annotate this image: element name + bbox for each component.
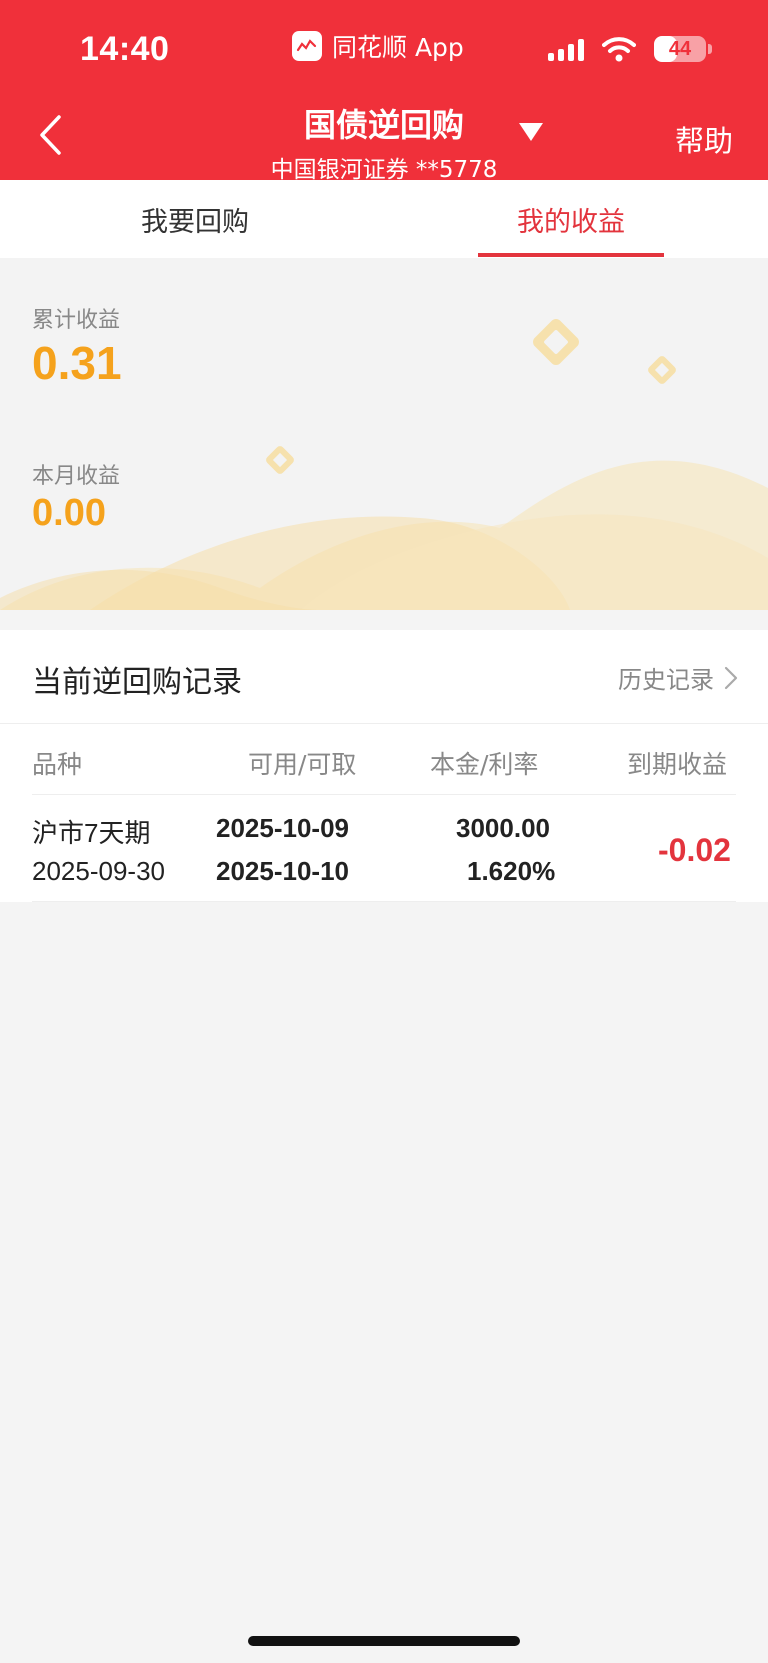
tab-bar: 我要回购 我的收益 [0, 180, 768, 258]
records-header: 当前逆回购记录 历史记录 [0, 630, 768, 724]
column-header-expected-profit: 到期收益 [627, 750, 728, 779]
column-header-product: 品种 [32, 750, 83, 779]
tab-buy-repo[interactable]: 我要回购 [80, 180, 310, 258]
row-principal: 3000.00 [456, 813, 550, 843]
records-title: 当前逆回购记录 [32, 665, 242, 700]
earnings-panel: 累计收益 0.31 本月收益 0.00 [0, 258, 768, 610]
wifi-icon [602, 37, 636, 62]
history-records-link[interactable]: 历史记录 [618, 660, 738, 695]
dropdown-triangle-icon[interactable] [518, 122, 544, 142]
app-logo-icon [292, 31, 322, 61]
status-time: 14:40 [80, 30, 170, 68]
history-records-label: 历史记录 [618, 666, 714, 694]
monthly-earnings-label: 本月收益 [32, 464, 121, 489]
row-divider [32, 901, 736, 902]
status-app-name: 同花顺 App [332, 33, 464, 62]
column-header-principal-rate: 本金/利率 [430, 750, 539, 779]
cumulative-earnings-value: 0.31 [32, 337, 122, 389]
battery-level: 44 [668, 37, 692, 60]
help-button[interactable]: 帮助 [675, 118, 733, 160]
cumulative-earnings-label: 累计收益 [32, 308, 121, 333]
monthly-earnings-value: 0.00 [32, 492, 106, 534]
status-icons: 44 [548, 36, 712, 62]
active-tab-indicator [478, 253, 664, 257]
row-expected-profit: -0.02 [658, 832, 731, 868]
status-app-indicator[interactable]: 同花顺 App [292, 28, 464, 64]
account-subtitle: 中国银河证券 **5778 [270, 157, 498, 183]
row-withdraw-date: 2025-10-10 [216, 856, 349, 886]
battery-icon: 44 [654, 36, 706, 62]
column-header-available: 可用/可取 [248, 750, 357, 779]
row-rate: 1.620% [467, 856, 556, 886]
cellular-signal-icon [548, 37, 584, 61]
home-indicator[interactable] [248, 1636, 520, 1646]
app-header: 14:40 同花顺 App 44 国债逆回购 中国银河证券 **5778 帮助 [0, 0, 768, 183]
row-product-name: 沪市7天期 [32, 818, 151, 848]
current-repo-records: 当前逆回购记录 历史记录 品种 可用/可取 本金/利率 到期收益 沪市7天期 2… [0, 630, 768, 902]
tab-my-earnings[interactable]: 我的收益 [478, 180, 664, 258]
row-trade-date: 2025-09-30 [32, 856, 165, 886]
header-divider [32, 794, 736, 795]
chevron-right-icon [724, 666, 738, 689]
page-title: 国债逆回购 [303, 106, 464, 144]
row-available-date: 2025-10-09 [216, 813, 349, 843]
nav-title-block[interactable]: 国债逆回购 中国银河证券 **5778 [0, 100, 768, 184]
